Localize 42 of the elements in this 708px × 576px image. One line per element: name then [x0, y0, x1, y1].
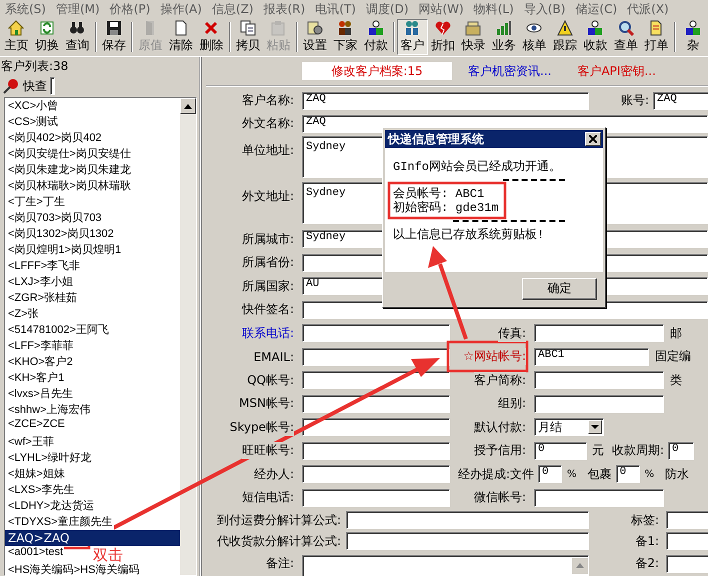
- unit-label: 元: [592, 442, 604, 460]
- field-label: 默认付款:: [474, 418, 526, 436]
- field-label: 固定编: [655, 348, 691, 366]
- field-label: EMAIL:: [254, 350, 294, 364]
- field-label: 邮: [670, 324, 682, 342]
- field-label: 备1:: [634, 532, 659, 550]
- unit-label: %: [567, 468, 577, 480]
- field-label: 外文名称:: [240, 115, 294, 132]
- field-label: 代收货款分解计算公式:: [216, 532, 341, 550]
- field-label: 快件签名:: [240, 301, 294, 318]
- field-label: 客户名称:: [240, 92, 294, 109]
- field-label: 所属国家:: [240, 278, 294, 295]
- field-label: 到付运费分解计算公式:: [216, 512, 341, 528]
- field-label: 收款周期:: [612, 442, 664, 460]
- field-label: 单位地址:: [240, 142, 294, 158]
- annotation-note: 双击: [93, 547, 123, 564]
- field-label: 防水: [665, 466, 690, 483]
- field-label: 联系电话:: [242, 324, 294, 342]
- field-label: 所属城市:: [240, 230, 294, 248]
- field-label: 客户简称:: [474, 372, 526, 389]
- field-label: 外文地址:: [240, 188, 294, 204]
- dialog-title: 快递信息管理系统: [388, 130, 484, 148]
- search-label: 快查: [23, 78, 47, 94]
- list-title: 客户列表:38: [0, 58, 70, 75]
- field-label: 旺旺帐号:: [242, 442, 294, 460]
- dialog-text: 会员帐号: ABC1: [393, 187, 484, 201]
- field-label: 备注:: [264, 554, 294, 572]
- field-label: 备2:: [634, 554, 659, 572]
- field-label: ☆网站帐号:: [463, 348, 526, 366]
- field-label: 经办人:: [254, 466, 294, 483]
- field-label: 账号:: [620, 92, 649, 109]
- field-label: 标签:: [630, 512, 659, 528]
- field-label: 类: [670, 372, 682, 389]
- field-label: 包裹: [588, 466, 612, 483]
- field-label: 经办提成:文件: [458, 466, 534, 483]
- field-label: 传真:: [498, 324, 526, 342]
- field-label: Skype帐号:: [230, 418, 294, 436]
- field-label: 所属省份:: [240, 254, 294, 272]
- unit-label: %: [644, 468, 654, 480]
- dialog-text: 初始密码: gde31m: [393, 201, 499, 215]
- field-label: QQ帐号:: [247, 372, 294, 389]
- dialog-text: 以上信息已存放系统剪贴板!: [393, 228, 544, 242]
